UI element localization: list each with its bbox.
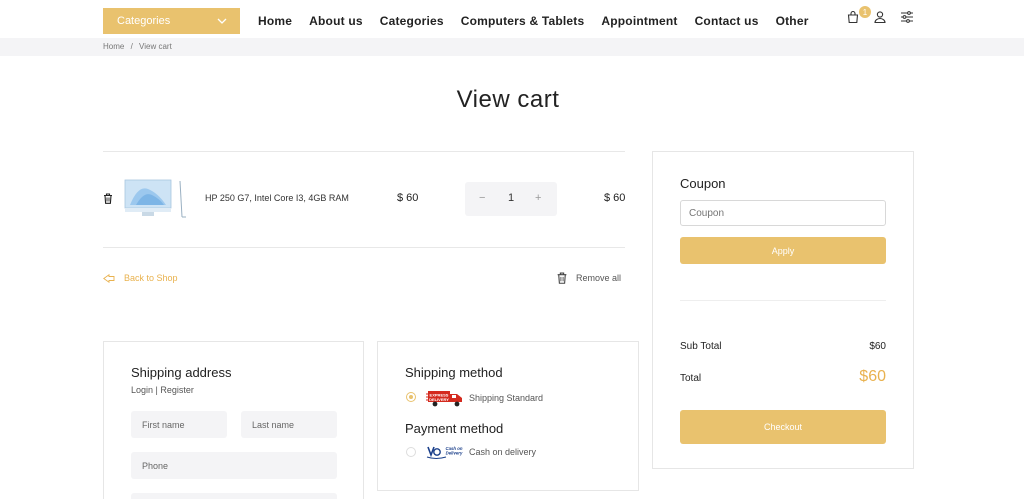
total-label: Total [680,373,702,384]
coupon-title: Coupon [680,176,726,191]
nav-contact-us[interactable]: Contact us [695,14,759,28]
back-to-shop-link[interactable]: Back to Shop [103,273,178,283]
cash-on-delivery-logo-text: Cash on Delivery [446,446,463,456]
product-name[interactable]: HP 250 G7, Intel Core I3, 4GB RAM [205,193,349,203]
shipping-standard-radio[interactable] [406,392,416,402]
total-value: $60 [859,368,886,385]
shopping-bag-icon[interactable] [846,10,860,24]
phone-field[interactable]: Phone [131,452,337,479]
apply-coupon-button[interactable]: Apply [680,237,886,264]
chevron-down-icon [217,18,227,24]
page-title: View cart [456,86,560,113]
nav-other[interactable]: Other [776,14,809,28]
nav-computers-tablets[interactable]: Computers & Tablets [461,14,585,28]
quantity-stepper: − 1 + [465,182,557,216]
user-icon[interactable] [873,10,887,24]
arrow-left-icon [103,273,115,283]
express-delivery-logo-text: EXPRESS DELIVERY [429,393,449,403]
qty-increment-button[interactable]: + [535,192,541,204]
product-price: $ 60 [397,192,419,204]
nav-categories[interactable]: Categories [380,14,444,28]
settings-sliders-icon[interactable] [900,10,914,24]
nav-home[interactable]: Home [258,14,292,28]
remove-all-button[interactable]: Remove all [556,272,621,284]
breadcrumb-bar: Home / View cart [0,38,1024,56]
nav-about-us[interactable]: About us [309,14,363,28]
divider [103,151,625,152]
checkout-button[interactable]: Checkout [680,410,886,444]
nav-appointment[interactable]: Appointment [601,14,677,28]
subtotal-label: Sub Total [680,341,722,352]
cash-on-delivery-label: Cash on delivery [469,447,537,457]
last-name-field[interactable]: Last name [241,411,337,438]
cart-count-badge: 1 [859,6,871,18]
shipping-method-title: Shipping method [405,365,503,380]
trash-icon[interactable] [103,193,113,204]
site-header: Categories Home About us Categories Comp… [0,0,1024,38]
coupon-input[interactable] [680,200,886,226]
order-summary-panel: Coupon Apply Sub Total $60 Total $60 Che… [652,151,914,469]
main-nav: Home About us Categories Computers & Tab… [258,14,826,28]
login-register-link[interactable]: Login | Register [131,385,194,395]
subtotal-value: $60 [869,341,886,352]
shipping-address-title: Shipping address [131,365,232,380]
cash-on-delivery-radio[interactable] [406,447,416,457]
product-thumbnail[interactable] [124,179,190,221]
back-to-shop-label: Back to Shop [124,273,178,283]
divider [103,247,625,248]
divider [680,300,886,301]
remove-all-label: Remove all [576,273,622,283]
breadcrumb-home[interactable]: Home [103,42,124,51]
shipping-payment-card: Shipping method EXPRESS DELIVERY Shipping… [377,341,639,491]
breadcrumb-current: View cart [139,42,172,51]
shipping-standard-label: Shipping Standard [469,393,544,403]
categories-dropdown-button[interactable]: Categories [103,8,240,34]
qty-value[interactable]: 1 [508,192,514,204]
breadcrumb: Home / View cart [103,42,172,51]
product-subtotal: $ 60 [604,192,626,204]
first-name-field[interactable]: First name [131,411,227,438]
payment-method-title: Payment method [405,421,504,436]
trash-icon [557,272,567,284]
cash-on-delivery-logo: Cash on Delivery [426,446,463,459]
breadcrumb-separator: / [130,42,133,51]
express-delivery-logo: EXPRESS DELIVERY [426,391,462,407]
categories-button-label: Categories [117,15,171,27]
address-field[interactable] [131,493,337,499]
qty-decrement-button[interactable]: − [479,192,485,204]
shipping-address-card: Shipping address Login | Register First … [103,341,364,499]
